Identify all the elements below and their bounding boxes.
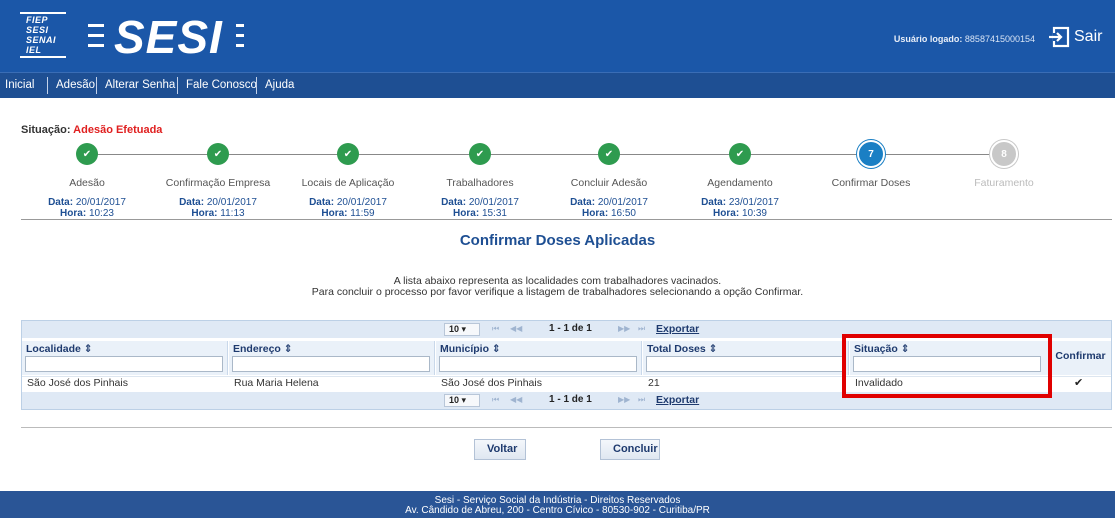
cell-endereco: Rua Maria Helena (234, 377, 319, 389)
first-page-icon[interactable]: ⏮ (492, 324, 499, 334)
logout-button[interactable]: Sair (1048, 26, 1102, 48)
export-link-bottom[interactable]: Exportar (656, 394, 699, 406)
column-municipio[interactable]: Município ⇕ (436, 341, 642, 375)
step-1-label: Adesão (69, 177, 105, 189)
logo-line-4: IEL (26, 45, 42, 55)
logout-icon (1049, 26, 1070, 48)
step-5-check-icon: ✔ (598, 143, 620, 165)
page-title: Confirmar Doses Aplicadas (459, 232, 656, 249)
page-info: 1 - 1 de 1 (549, 323, 592, 334)
logo-line-2: SESI (26, 25, 49, 35)
step-6-timestamp: Data: 23/01/2017 Hora: 10:39 (701, 197, 779, 219)
step-5-timestamp: Data: 20/01/2017 Hora: 16:50 (570, 197, 648, 219)
step-4-check-icon: ✔ (469, 143, 491, 165)
last-page-icon[interactable]: ⏭ (638, 324, 645, 334)
step-6-check-icon: ✔ (729, 143, 751, 165)
last-page-icon[interactable]: ⏭ (638, 395, 645, 405)
sort-icon: ⇕ (491, 343, 501, 355)
nav-alterar-senha[interactable]: Alterar Senha (105, 79, 175, 91)
section-divider (21, 219, 1112, 220)
column-localidade[interactable]: Localidade ⇕ (22, 341, 228, 375)
back-button[interactable]: Voltar (474, 439, 526, 460)
cell-municipio: São José dos Pinhais (441, 377, 542, 389)
step-6-label: Agendamento (707, 177, 773, 189)
sort-icon: ⇕ (283, 343, 293, 355)
sort-icon: ⇕ (708, 343, 718, 355)
step-8-label: Faturamento (974, 177, 1034, 189)
page-info-bottom: 1 - 1 de 1 (549, 394, 592, 405)
step-4-label: Trabalhadores (446, 177, 514, 189)
step-3-timestamp: Data: 20/01/2017 Hora: 11:59 (309, 197, 387, 219)
confirm-check-icon[interactable]: ✔ (1074, 376, 1083, 389)
page-size-select-bottom[interactable]: 10 ▾ (444, 394, 480, 407)
logged-user-info: Usuário logado: 88587415000154 (894, 34, 1035, 44)
export-link[interactable]: Exportar (656, 323, 699, 335)
step-2-check-icon: ✔ (207, 143, 229, 165)
filter-total-doses[interactable] (646, 356, 844, 372)
next-page-icon[interactable]: ▶▶ (618, 324, 630, 333)
status-label: Situação: (21, 124, 71, 136)
logo-line-1: FIEP (26, 15, 49, 25)
step-8-number: 8 (990, 140, 1018, 168)
first-page-icon[interactable]: ⏮ (492, 395, 499, 405)
step-4-timestamp: Data: 20/01/2017 Hora: 15:31 (441, 197, 519, 219)
filter-localidade[interactable] (25, 356, 223, 372)
column-total-doses[interactable]: Total Doses ⇕ (643, 341, 849, 375)
adhesion-status: Situação: Adesão Efetuada (21, 124, 162, 136)
finish-button[interactable]: Concluir (600, 439, 660, 460)
description-line-2: Para concluir o processo por favor verif… (311, 286, 804, 298)
nav-fale-conosco[interactable]: Fale Conosco (186, 79, 257, 91)
main-nav: Inicial Adesão Alterar Senha Fale Conosc… (0, 72, 1115, 98)
filter-municipio[interactable] (439, 356, 637, 372)
column-confirmar: Confirmar (1050, 341, 1111, 375)
step-1-timestamp: Data: 20/01/2017 Hora: 10:23 (48, 197, 126, 219)
status-value: Adesão Efetuada (73, 124, 163, 136)
step-2-label: Confirmação Empresa (165, 177, 271, 189)
column-endereco[interactable]: Endereço ⇕ (229, 341, 435, 375)
logout-label: Sair (1074, 28, 1103, 45)
nav-adesao[interactable]: Adesão (56, 79, 95, 91)
filter-endereco[interactable] (232, 356, 430, 372)
sort-icon: ⇕ (83, 343, 93, 355)
sesi-logo-word: SESI (114, 11, 223, 63)
logged-user-label: Usuário logado: (893, 34, 963, 44)
logo-line-3: SENAI (26, 35, 57, 45)
step-2-timestamp: Data: 20/01/2017 Hora: 11:13 (179, 197, 257, 219)
next-page-icon[interactable]: ▶▶ (618, 395, 630, 404)
prev-page-icon[interactable]: ◀◀ (510, 395, 522, 404)
page-description: A lista abaixo representa as localidades… (0, 276, 1115, 298)
page-size-select[interactable]: 10 ▾ (444, 323, 480, 336)
cell-localidade: São José dos Pinhais (27, 377, 128, 389)
step-1-check-icon: ✔ (76, 143, 98, 165)
nav-inicial[interactable]: Inicial (5, 79, 34, 91)
prev-page-icon[interactable]: ◀◀ (510, 324, 522, 333)
cell-total-doses: 21 (648, 377, 660, 389)
logged-user-id: 88587415000154 (964, 34, 1035, 44)
footer: Sesi - Serviço Social da Indústria - Dir… (0, 491, 1115, 518)
step-3-check-icon: ✔ (337, 143, 359, 165)
nav-ajuda[interactable]: Ajuda (265, 79, 294, 91)
step-5-label: Concluir Adesão (570, 177, 648, 189)
header-bar: FIEP SESI SENAI IEL SESI Usuário logado:… (0, 0, 1115, 72)
highlight-box (842, 334, 1052, 398)
footer-line-2: Av. Cândido de Abreu, 200 - Centro Cívic… (405, 505, 710, 516)
bottom-divider (21, 427, 1112, 428)
step-3-label: Locais de Aplicação (301, 177, 395, 189)
fiep-logo: FIEP SESI SENAI IEL (18, 10, 68, 60)
step-7-label: Confirmar Doses (831, 177, 911, 189)
step-7-number: 7 (857, 140, 885, 168)
